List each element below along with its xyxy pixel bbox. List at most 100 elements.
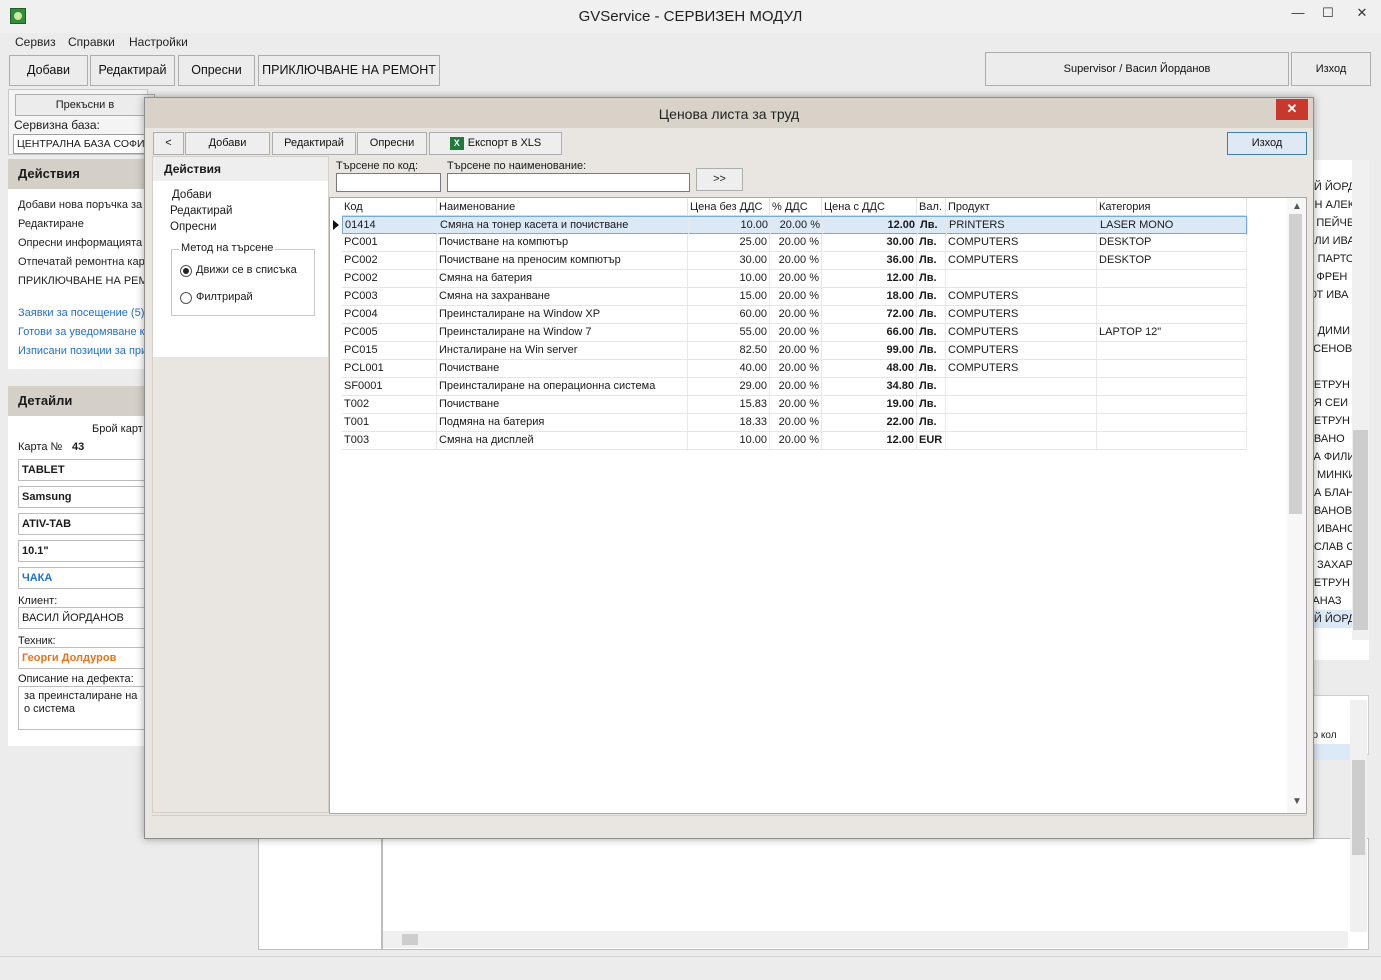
menu-service[interactable]: Сервиз — [15, 35, 56, 49]
action-edit[interactable]: Редактиране — [18, 218, 144, 230]
action-refresh-info[interactable]: Опресни информацията — [18, 237, 144, 249]
exit-button[interactable]: Изход — [1291, 52, 1371, 86]
cell-price-no-vat: 40.00 — [688, 360, 770, 378]
table-row[interactable]: T001 Подмяна на батерия 18.33 20.00 % 22.00 Л… — [342, 414, 1247, 432]
row-pointer-icon — [333, 220, 339, 230]
search-method-group: Метод на търсене Движи се в списъка Филт… — [171, 242, 315, 316]
table-row[interactable]: 01414 Смяна на тонер касета и почистване 1… — [342, 216, 1248, 235]
column-header-product[interactable]: Продукт — [946, 198, 1097, 216]
radio-move-in-list[interactable] — [180, 265, 192, 277]
cell-category: LASER MONO — [1098, 217, 1248, 235]
dialog-action-add[interactable]: Добави — [172, 189, 212, 201]
cell-name: Почистване на преносим компютър — [437, 252, 688, 270]
current-user-button[interactable]: Supervisor / Васил Йорданов — [985, 52, 1289, 86]
column-header-price-with-vat[interactable]: Цена с ДДС — [822, 198, 917, 216]
export-xls-button[interactable]: X Експорт в XLS — [429, 132, 562, 155]
cell-price-no-vat: 30.00 — [688, 252, 770, 270]
maximize-button[interactable]: ☐ — [1313, 0, 1343, 28]
column-header-category[interactable]: Категория — [1097, 198, 1247, 216]
edit-button[interactable]: Редактирай — [90, 55, 175, 86]
cell-name: Смяна на дисплей — [437, 432, 688, 450]
search-by-code-input[interactable] — [336, 173, 441, 192]
dialog-left-filler — [153, 357, 328, 812]
cell-currency: Лв. — [917, 396, 946, 414]
dialog-close-button[interactable]: ✕ — [1276, 99, 1308, 120]
dialog-title: Ценова листа за труд — [658, 106, 800, 122]
cell-category — [1097, 432, 1247, 450]
brand-field[interactable]: Samsung — [18, 486, 148, 508]
column-header-code[interactable]: Код — [342, 198, 437, 216]
table-row[interactable]: T003 Смяна на дисплей 10.00 20.00 % 12.00 EUR — [342, 432, 1247, 450]
action-new-order[interactable]: Добави нова поръчка за — [18, 199, 144, 211]
menu-bar: Сервиз Справки Настройки — [0, 33, 1381, 51]
cell-vat-percent: 20.00 % — [770, 360, 822, 378]
column-header-name[interactable]: Наименование — [437, 198, 688, 216]
cell-vat-percent: 20.00 % — [770, 432, 822, 450]
cell-name: Почистване на компютър — [437, 234, 688, 252]
scroll-up-arrow-icon[interactable]: ▲ — [1292, 201, 1302, 212]
interrupt-button[interactable]: Прекъсни в — [15, 94, 155, 116]
table-row[interactable]: PC004 Преинсталиране на Window XP 60.00 20.… — [342, 306, 1247, 324]
dialog-add-button[interactable]: Добави — [185, 132, 270, 155]
technician-field[interactable]: Георги Долдуров — [18, 647, 148, 669]
table-row[interactable]: PCL001 Почистване 40.00 20.00 % 48.00 Лв. COMP… — [342, 360, 1247, 378]
grid-scroll-thumb[interactable] — [1289, 214, 1302, 514]
cell-product — [946, 396, 1097, 414]
cell-price-no-vat: 55.00 — [688, 324, 770, 342]
link-written-off-items[interactable]: Изписани позиции за при — [18, 345, 144, 357]
cell-currency: Лв. — [917, 306, 946, 324]
table-row[interactable]: PC015 Инсталиране на Win server 82.50 20.00… — [342, 342, 1247, 360]
orders-list-scroll-thumb[interactable] — [1353, 430, 1368, 630]
link-ready-to-notify[interactable]: Готови за уведомяване к — [18, 326, 144, 338]
menu-settings[interactable]: Настройки — [129, 35, 188, 49]
table-row[interactable]: PC003 Смяна на захранване 15.00 20.00 % 18.0… — [342, 288, 1247, 306]
column-header-currency[interactable]: Вал. — [917, 198, 946, 216]
action-finish-repair[interactable]: ПРИКЛЮЧВАНЕ НА РЕМО — [18, 275, 144, 287]
column-header-price-no-vat[interactable]: Цена без ДДС — [688, 198, 770, 216]
service-base-select[interactable]: ЦЕНТРАЛНА БАЗА СОФИЯ — [13, 134, 153, 154]
search-go-button[interactable]: >> — [696, 168, 743, 191]
add-button[interactable]: Добави — [9, 55, 88, 86]
radio-filter[interactable] — [180, 292, 192, 304]
dialog-refresh-button[interactable]: Опресни — [357, 132, 427, 155]
radio-filter-label[interactable]: Филтрирай — [196, 291, 253, 303]
refresh-button[interactable]: Опресни — [178, 55, 255, 86]
bottom-horizontal-scrollbar[interactable] — [383, 931, 1348, 948]
link-visit-requests[interactable]: Заявки за посещение (5) — [18, 307, 144, 319]
table-row[interactable]: PC002 Почистване на преносим компютър 30.0… — [342, 252, 1247, 270]
table-row[interactable]: PC005 Преинсталиране на Window 7 55.00 20.0… — [342, 324, 1247, 342]
action-print-card[interactable]: Отпечатай ремонтна кар — [18, 256, 144, 268]
menu-reports[interactable]: Справки — [68, 35, 115, 49]
cell-category — [1097, 396, 1247, 414]
model-field[interactable]: ATIV-TAB — [18, 513, 148, 535]
cell-name: Смяна на тонер касета и почистване — [438, 217, 689, 235]
client-field[interactable]: ВАСИЛ ЙОРДАНОВ — [18, 607, 148, 629]
table-row[interactable]: PC001 Почистване на компютър 25.00 20.00 % 3… — [342, 234, 1247, 252]
scroll-down-arrow-icon[interactable]: ▼ — [1292, 796, 1302, 807]
close-window-button[interactable]: ✕ — [1343, 0, 1381, 28]
bottom-horizontal-scroll-thumb[interactable] — [402, 934, 418, 945]
cell-code: T003 — [342, 432, 437, 450]
finish-repair-button[interactable]: ПРИКЛЮЧВАНЕ НА РЕМОНТ — [258, 55, 440, 86]
window-title: GVService - СЕРВИЗЕН МОДУЛ — [578, 8, 803, 25]
search-by-name-input[interactable] — [447, 173, 690, 192]
size-field[interactable]: 10.1" — [18, 540, 148, 562]
radio-move-in-list-label[interactable]: Движи се в списъка — [196, 264, 297, 276]
dialog-action-edit[interactable]: Редактирай — [170, 205, 232, 217]
table-row[interactable]: T002 Почистване 15.83 20.00 % 19.00 Лв. — [342, 396, 1247, 414]
device-type-field[interactable]: TABLET — [18, 459, 148, 481]
table-row[interactable]: SF0001 Преинсталиране на операционна сист… — [342, 378, 1247, 396]
cell-category: DESKTOP — [1097, 252, 1247, 270]
dialog-action-refresh[interactable]: Опресни — [170, 221, 217, 233]
items-vertical-scroll-thumb[interactable] — [1352, 760, 1365, 855]
defect-description-field[interactable]: за преинсталиране на о система — [18, 686, 148, 730]
minimize-button[interactable]: — — [1283, 0, 1313, 28]
status-field[interactable]: ЧАКА — [18, 567, 148, 589]
cell-price-no-vat: 18.33 — [688, 414, 770, 432]
back-button[interactable]: < — [153, 132, 184, 155]
column-header-vat-percent[interactable]: % ДДС — [770, 198, 822, 216]
dialog-edit-button[interactable]: Редактирай — [272, 132, 356, 155]
cell-code: PC003 — [342, 288, 437, 306]
table-row[interactable]: PC002 Смяна на батерия 10.00 20.00 % 12.00 Лв… — [342, 270, 1247, 288]
dialog-exit-button[interactable]: Изход — [1227, 132, 1307, 155]
